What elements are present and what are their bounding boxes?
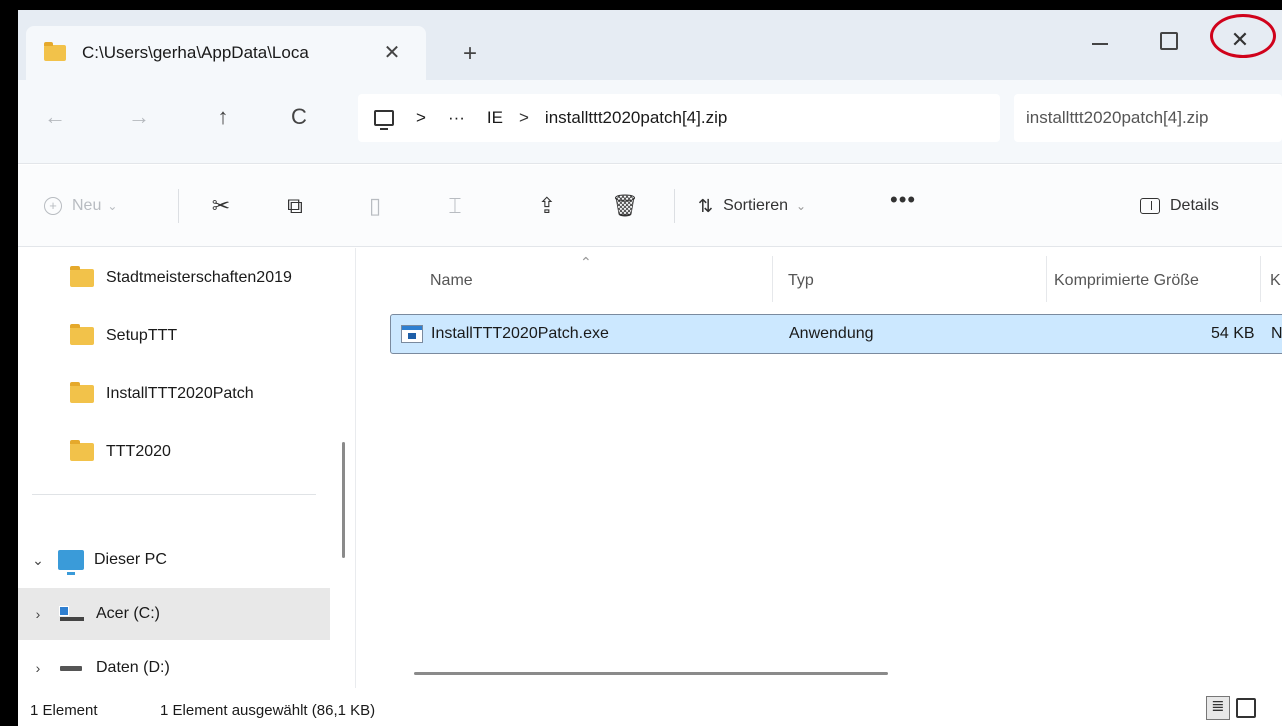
file-name: InstallTTT2020Patch.exe bbox=[431, 325, 609, 342]
details-view-icon[interactable]: ≣ bbox=[1206, 696, 1230, 720]
sidebar-item-folder[interactable]: Stadtmeisterschaften2019 bbox=[18, 256, 330, 300]
minimize-button[interactable] bbox=[1078, 20, 1122, 60]
command-bar: + Neu ⌄ ✂ ⧉ ▯ ⌶ ⇪ 🗑 ⇅ Sortieren ⌄ ••• De… bbox=[18, 165, 1282, 247]
explorer-tab[interactable]: C:\Users\gerha\AppData\Loca ✕ bbox=[26, 26, 426, 80]
tab-title: C:\Users\gerha\AppData\Loca bbox=[82, 43, 309, 62]
sidebar-item-label: Daten (D:) bbox=[96, 659, 170, 676]
details-pane-icon bbox=[1140, 198, 1160, 214]
sidebar-item-folder[interactable]: TTT2020 bbox=[18, 430, 330, 474]
new-button[interactable]: + Neu ⌄ bbox=[44, 193, 117, 219]
monitor-icon bbox=[374, 110, 394, 130]
file-explorer-window: C:\Users\gerha\AppData\Loca ✕ + ✕ ← → ↑ … bbox=[18, 10, 1282, 726]
sort-label: Sortieren bbox=[723, 197, 789, 214]
details-label: Details bbox=[1170, 197, 1219, 214]
tab-close-icon[interactable]: ✕ bbox=[380, 40, 404, 65]
chevron-right-icon[interactable]: › bbox=[28, 660, 48, 676]
refresh-icon[interactable]: C bbox=[284, 104, 314, 130]
column-header-type[interactable]: Typ bbox=[788, 272, 814, 290]
divider bbox=[32, 494, 316, 495]
sidebar-item-label: Dieser PC bbox=[94, 551, 167, 568]
breadcrumb-overflow[interactable]: ··· bbox=[448, 108, 465, 128]
sort-indicator-icon: ⌃ bbox=[580, 254, 592, 270]
sidebar-item-label: Acer (C:) bbox=[96, 605, 160, 622]
breadcrumb-ie[interactable]: IE bbox=[487, 108, 503, 128]
column-divider[interactable] bbox=[1046, 256, 1047, 302]
separator bbox=[178, 189, 179, 223]
title-bar: C:\Users\gerha\AppData\Loca ✕ + ✕ bbox=[18, 10, 1282, 80]
navigation-pane: Stadtmeisterschaften2019 SetupTTT Instal… bbox=[18, 248, 356, 688]
sidebar-item-label: Stadtmeisterschaften2019 bbox=[106, 269, 292, 286]
address-toolbar: ← → ↑ C > ··· IE > installttt2020patch[4… bbox=[18, 80, 1282, 164]
chevron-down-icon: ⌄ bbox=[107, 199, 118, 213]
red-circle-annotation bbox=[1210, 14, 1276, 58]
sort-button[interactable]: ⇅ Sortieren ⌄ bbox=[698, 193, 806, 219]
system-drive-icon bbox=[58, 607, 86, 621]
column-header-compressed-size[interactable]: Komprimierte Größe bbox=[1054, 272, 1199, 290]
breadcrumb-separator: > bbox=[416, 108, 426, 127]
breadcrumb-zip[interactable]: installttt2020patch[4].zip bbox=[545, 108, 727, 128]
sidebar-item-label: SetupTTT bbox=[106, 327, 178, 344]
folder-icon bbox=[70, 440, 94, 461]
status-bar: 1 Element 1 Element ausgewählt (86,1 KB)… bbox=[18, 690, 1282, 726]
file-size: 54 KB bbox=[1211, 325, 1255, 342]
plus-icon: + bbox=[44, 197, 62, 215]
address-bar[interactable]: > ··· IE > installttt2020patch[4].zip bbox=[358, 94, 1000, 142]
sidebar-item-folder[interactable]: InstallTTT2020Patch bbox=[18, 372, 330, 416]
copy-icon[interactable]: ⧉ bbox=[278, 189, 312, 223]
up-arrow-icon[interactable]: ↑ bbox=[208, 104, 238, 130]
drive-icon bbox=[58, 661, 86, 675]
folder-icon bbox=[70, 324, 94, 345]
details-button[interactable]: Details bbox=[1140, 193, 1219, 219]
new-label: Neu bbox=[72, 197, 102, 214]
computer-icon bbox=[58, 550, 84, 575]
rename-icon[interactable]: ⌶ bbox=[438, 189, 472, 223]
file-extra: N bbox=[1271, 325, 1282, 342]
horizontal-scrollbar[interactable] bbox=[414, 672, 888, 675]
item-count: 1 Element bbox=[30, 702, 98, 719]
breadcrumb-separator: > bbox=[518, 108, 529, 127]
forward-arrow-icon[interactable]: → bbox=[124, 104, 154, 130]
chevron-down-icon: ⌄ bbox=[796, 199, 807, 213]
selection-info: 1 Element ausgewählt (86,1 KB) bbox=[160, 702, 376, 719]
sidebar-item-drive-d[interactable]: › Daten (D:) bbox=[18, 646, 330, 690]
share-icon[interactable]: ⇪ bbox=[530, 189, 564, 223]
new-tab-button[interactable]: + bbox=[456, 42, 484, 66]
scissors-icon[interactable]: ✂ bbox=[204, 189, 238, 223]
more-options-button[interactable]: ••• bbox=[890, 187, 916, 213]
paste-icon[interactable]: ▯ bbox=[358, 189, 392, 223]
sidebar-scrollbar[interactable] bbox=[342, 442, 345, 558]
sidebar-item-label: InstallTTT2020Patch bbox=[106, 385, 254, 402]
table-row[interactable]: InstallTTT2020Patch.exe Anwendung 54 KB … bbox=[390, 314, 1282, 354]
tiles-view-icon[interactable] bbox=[1236, 698, 1256, 718]
column-divider[interactable] bbox=[1260, 256, 1261, 302]
column-header-name[interactable]: Name bbox=[430, 272, 473, 290]
separator bbox=[674, 189, 675, 223]
file-list: ⌃ Name Typ Komprimierte Größe K InstallT… bbox=[358, 248, 1282, 688]
file-type: Anwendung bbox=[789, 325, 874, 342]
back-arrow-icon[interactable]: ← bbox=[40, 104, 70, 130]
sidebar-item-folder[interactable]: SetupTTT bbox=[18, 314, 330, 358]
sidebar-item-drive-c[interactable]: › Acer (C:) bbox=[18, 588, 330, 640]
folder-icon bbox=[70, 266, 94, 287]
folder-icon bbox=[70, 382, 94, 403]
sort-icon: ⇅ bbox=[698, 195, 714, 216]
sidebar-item-this-pc[interactable]: ⌄ Dieser PC bbox=[18, 538, 330, 582]
column-divider[interactable] bbox=[772, 256, 773, 302]
application-icon bbox=[401, 325, 423, 343]
chevron-right-icon[interactable]: › bbox=[28, 606, 48, 622]
maximize-button[interactable] bbox=[1146, 20, 1190, 60]
search-input[interactable]: installttt2020patch[4].zip bbox=[1014, 94, 1282, 142]
trash-icon[interactable]: 🗑 bbox=[608, 189, 642, 223]
column-header-extra[interactable]: K bbox=[1270, 272, 1281, 290]
chevron-down-icon[interactable]: ⌄ bbox=[28, 552, 48, 569]
folder-icon bbox=[44, 42, 66, 61]
sidebar-item-label: TTT2020 bbox=[106, 443, 171, 460]
